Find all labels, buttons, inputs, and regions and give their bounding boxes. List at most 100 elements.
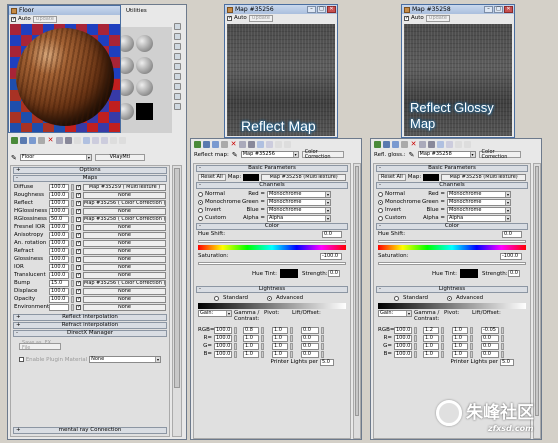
channel-radio[interactable] [378,207,383,213]
map-amount-field[interactable]: 100.0 [49,207,69,215]
map-slot-button[interactable]: None [83,191,166,199]
map-amount-spinner[interactable] [71,183,74,191]
basic-parameters-rollout[interactable]: - Basic Parameters [376,165,528,172]
gamma-spinner[interactable] [441,334,444,342]
get-material-icon[interactable] [11,137,18,144]
channels-rollout[interactable]: - Channels [376,182,528,189]
map-amount-spinner[interactable] [71,207,74,215]
gain-spinner[interactable] [414,350,417,358]
lightness-rollout[interactable]: - Lightness [196,286,348,293]
auto-checkbox[interactable]: ✓ [404,15,409,21]
color-rollout[interactable]: - Color [376,223,528,230]
pivot-spinner[interactable] [470,350,473,358]
channel-radio[interactable] [198,191,203,197]
hue-tint-swatch[interactable] [280,269,298,278]
map-enable-checkbox[interactable]: ✓ [76,184,81,190]
hue-shift-slider[interactable] [378,240,526,243]
go-parent-icon[interactable] [455,141,462,148]
copy-icon[interactable] [56,137,63,144]
channel-dropdown[interactable]: Monochrome ▾ [447,206,511,214]
sub-map-button[interactable]: Map #35258 (MultiTexture) [441,173,526,181]
map-amount-spinner[interactable] [71,295,74,303]
printer-lights-field[interactable]: 5.0 [500,358,514,366]
map-enable-checkbox[interactable]: ✓ [76,200,81,206]
maximize-button[interactable]: □ [317,6,326,13]
gain-field[interactable]: 100.0 [394,326,412,334]
map-amount-field[interactable] [49,303,69,311]
plugin-material-dropdown[interactable]: None ▾ [89,356,161,363]
map-amount-spinner[interactable] [71,271,74,279]
pivot-field[interactable]: 1.0 [452,350,468,358]
lift-spinner[interactable] [501,326,504,334]
put-to-scene-icon[interactable] [20,137,27,144]
close-button[interactable]: ✕ [504,6,513,13]
map-slot-button[interactable]: None [83,223,166,231]
reset-icon[interactable] [221,141,228,148]
pivot-spinner[interactable] [290,334,293,342]
delete-icon[interactable]: ✕ [230,141,237,148]
effects-channel-icon[interactable] [437,141,444,148]
gamma-field[interactable]: 0.8 [243,326,259,334]
map-amount-field[interactable]: 50.0 [49,215,69,223]
lift-spinner[interactable] [321,326,324,334]
lift-spinner[interactable] [501,350,504,358]
pivot-field[interactable]: 1.0 [272,326,288,334]
map-amount-spinner[interactable] [71,263,74,271]
color-rollout[interactable]: - Color [196,223,348,230]
select-by-material-icon[interactable] [174,93,181,100]
go-parent-icon[interactable] [110,137,117,144]
map-name-field[interactable]: Map #35256 ▾ [240,151,299,158]
material-type-button[interactable]: VRayMtl [94,154,145,161]
unique-icon[interactable] [65,137,72,144]
pivot-field[interactable]: 1.0 [272,350,288,358]
map-enable-checkbox[interactable]: ✓ [76,264,81,270]
map-amount-field[interactable]: 100.0 [49,231,69,239]
map-slot-button[interactable]: Map #35258 ( Color Correction ) [83,215,166,223]
gain-field[interactable]: 100.0 [214,334,232,342]
scrollbar[interactable] [353,163,361,439]
gamma-spinner[interactable] [441,342,444,350]
gamma-field[interactable]: 1.0 [423,342,439,350]
map-amount-spinner[interactable] [71,255,74,263]
map-slot-button[interactable]: Map #35256 ( Color Correction ) [83,199,166,207]
map-type-button[interactable]: Color Correction [301,149,344,159]
map-enable-checkbox[interactable]: ✓ [76,208,81,214]
put-to-scene-icon[interactable] [383,141,390,148]
lift-field[interactable]: 0.0 [301,342,319,350]
lift-field[interactable]: -0.05 [481,326,499,334]
hue-tint-swatch[interactable] [460,269,478,278]
map-amount-field[interactable]: 100.0 [49,263,69,271]
get-material-icon[interactable] [194,141,201,148]
background-icon[interactable] [174,43,181,50]
map-amount-spinner[interactable] [71,191,74,199]
map-enable-checkbox[interactable]: ✓ [76,272,81,278]
sample-sphere[interactable] [136,35,153,52]
mental-ray-rollout[interactable]: + mental ray Connection [13,427,167,434]
map-slot-button[interactable]: None [83,207,166,215]
video-check-icon[interactable] [174,63,181,70]
eyedropper-icon[interactable]: ✎ [11,154,17,162]
standard-radio[interactable] [214,295,219,301]
basic-parameters-rollout[interactable]: - Basic Parameters [196,165,348,172]
show-end-result-icon[interactable] [101,137,108,144]
scrollbar[interactable] [172,165,182,437]
sample-sphere[interactable] [136,79,153,96]
map-amount-field[interactable]: 100.0 [49,199,69,207]
map-amount-spinner[interactable] [71,303,74,311]
lift-spinner[interactable] [501,334,504,342]
gain-dropdown[interactable]: Gain: ▾ [378,310,412,317]
sub-map-button[interactable]: Map #35258 (MultiTexture) [261,173,346,181]
gain-spinner[interactable] [234,342,237,350]
gamma-spinner[interactable] [441,350,444,358]
save-fx-button[interactable]: Save as .FX File [19,341,61,351]
material-navigator-icon[interactable] [174,103,181,110]
map-slot-button[interactable]: None [83,271,166,279]
channel-radio[interactable] [198,199,203,205]
gain-field[interactable]: 100.0 [214,350,232,358]
strength-field[interactable]: 0.0 [508,270,520,277]
hue-shift-field[interactable]: 0.0 [322,231,342,238]
channel-radio[interactable] [378,191,383,197]
auto-checkbox[interactable]: ✓ [227,15,232,21]
lift-field[interactable]: 0.0 [481,334,499,342]
lift-field[interactable]: 0.0 [301,334,319,342]
